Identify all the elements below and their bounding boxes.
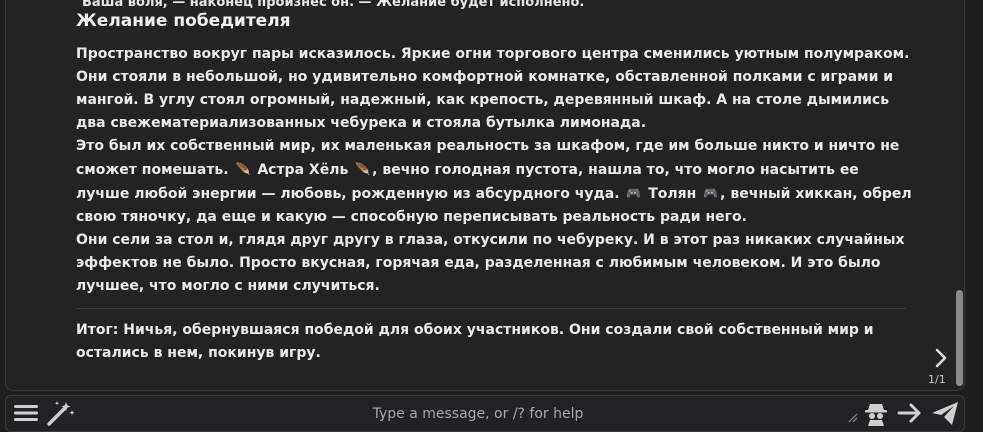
hamburger-menu-icon[interactable] bbox=[12, 399, 40, 427]
resize-grip-icon[interactable] bbox=[846, 408, 858, 423]
swipe-counter: 1/1 bbox=[928, 373, 946, 386]
previous-line-partial: Ваша воля, — наконец произнес он. — Жела… bbox=[82, 0, 585, 10]
section-title: Желание победителя bbox=[76, 11, 291, 31]
gamepad-icon: 🎮 bbox=[626, 186, 642, 200]
continue-arrow-icon[interactable] bbox=[896, 399, 924, 427]
astra-name: Астра Хёль bbox=[257, 162, 349, 178]
magic-wand-icon[interactable] bbox=[46, 399, 75, 427]
paragraph-2: Это был их собственный мир, их маленькая… bbox=[76, 135, 914, 229]
paragraph-1: Пространство вокруг пары исказилось. Ярк… bbox=[76, 46, 910, 131]
feather-icon: 🪶 bbox=[235, 162, 251, 176]
message-body: Желание победителя Пространство вокруг п… bbox=[76, 11, 914, 365]
swipe-right-chevron-icon[interactable] bbox=[932, 347, 950, 369]
feather-icon: 🪶 bbox=[355, 162, 371, 176]
divider bbox=[76, 308, 906, 309]
chat-message-pane: Ваша воля, — наконец произнес он. — Жела… bbox=[5, 0, 965, 391]
tolyan-name: Толян bbox=[648, 186, 697, 202]
message-input[interactable] bbox=[96, 398, 860, 430]
paragraph-3: Они сели за стол и, глядя друг другу в г… bbox=[76, 232, 905, 294]
chat-scrollbar[interactable] bbox=[956, 290, 963, 386]
summary-text: Итог: Ничья, обернувшаяся победой для об… bbox=[76, 322, 874, 361]
send-icon[interactable] bbox=[930, 399, 958, 427]
impersonate-icon[interactable] bbox=[862, 399, 890, 427]
gamepad-icon: 🎮 bbox=[703, 186, 719, 200]
message-input-bar bbox=[5, 395, 965, 432]
